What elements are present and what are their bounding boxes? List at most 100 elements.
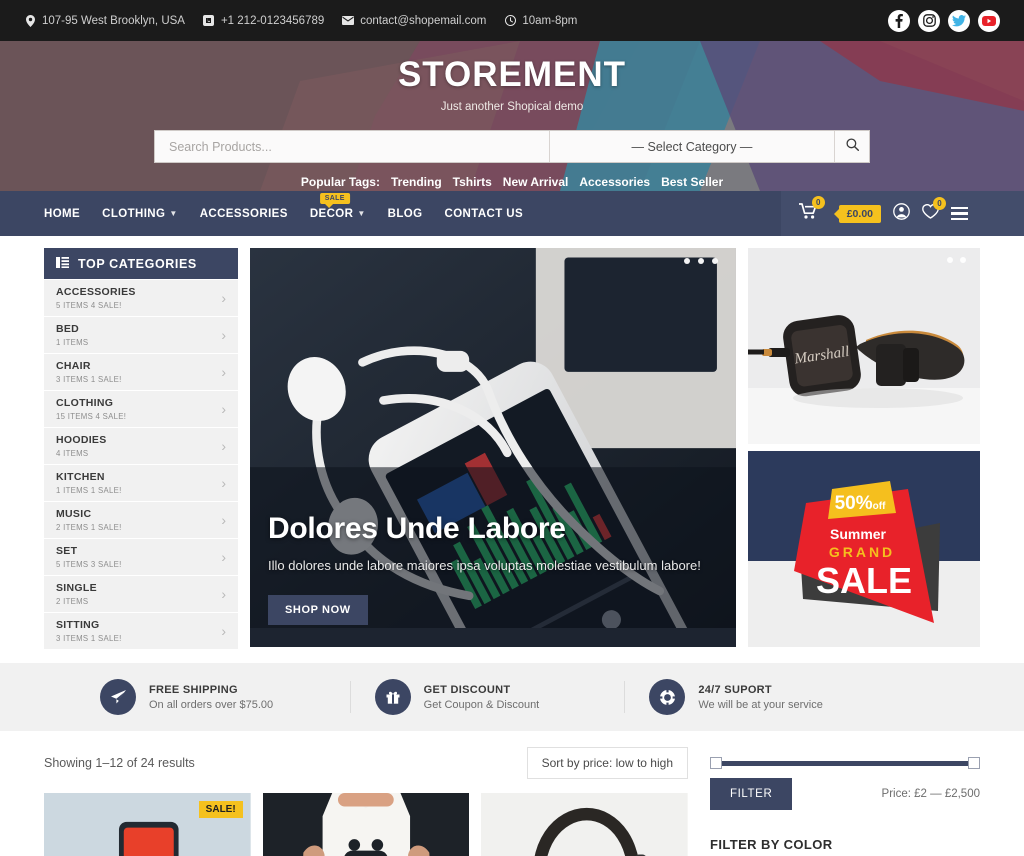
- address-text: 107-95 West Brooklyn, USA: [42, 14, 185, 27]
- price-range-slider[interactable]: [710, 757, 980, 769]
- filter-by-color-title: FILTER BY COLOR: [710, 837, 980, 856]
- nav-item-home[interactable]: HOME: [44, 208, 80, 220]
- promo-slider-dots[interactable]: [947, 257, 966, 263]
- category-item-set[interactable]: SET 5 ITEMS 3 SALE! ›: [44, 539, 238, 575]
- category-name: KITCHEN: [56, 470, 105, 483]
- chevron-right-icon: ›: [221, 364, 226, 380]
- promo-banners: Marshall 50%off Summer GRAND SALE: [748, 248, 980, 649]
- youtube-icon[interactable]: [978, 9, 1000, 32]
- product-card-phone[interactable]: SALE!: [44, 793, 251, 856]
- instagram-icon[interactable]: [918, 9, 940, 32]
- nav-item-clothing-label: CLOTHING: [102, 207, 166, 220]
- services-bar: FREE SHIPPING On all orders over $75.00 …: [0, 663, 1024, 731]
- category-item-chair[interactable]: CHAIR 3 ITEMS 1 SALE! ›: [44, 354, 238, 390]
- nav-sale-badge: SALE: [319, 192, 350, 208]
- sort-select[interactable]: Sort by price: low to high: [526, 747, 688, 779]
- account-button[interactable]: [893, 202, 910, 225]
- category-meta: 5 ITEMS 4 SALE!: [56, 301, 122, 311]
- promo-line3-text: SALE: [816, 560, 912, 601]
- promo-dot-1[interactable]: [947, 257, 953, 263]
- category-item-clothing[interactable]: CLOTHING 15 ITEMS 4 SALE! ›: [44, 391, 238, 427]
- tag-trending[interactable]: Trending: [391, 175, 442, 189]
- price-slider-handle-max[interactable]: [968, 757, 980, 769]
- hero-slider-dots[interactable]: [684, 258, 718, 264]
- service-get-discount: GET DISCOUNT Get Coupon & Discount: [374, 679, 650, 715]
- nav-item-home-label: HOME: [44, 207, 81, 220]
- search-category-value: — Select Category —: [631, 139, 753, 154]
- service-support: 24/7 SUPORT We will be at your service: [649, 679, 924, 715]
- chevron-right-icon: ›: [221, 475, 226, 491]
- menu-toggle-button[interactable]: [951, 206, 968, 221]
- search-input[interactable]: [155, 131, 549, 162]
- category-meta: 4 ITEMS: [56, 449, 89, 459]
- wishlist-button[interactable]: 0: [922, 196, 946, 224]
- product-card-headphone[interactable]: [481, 793, 689, 856]
- product-search-bar: — Select Category —: [154, 130, 870, 163]
- top-categories-sidebar: TOP CATEGORIES ACCESSORIES 5 ITEMS 4 SAL…: [44, 248, 238, 649]
- category-item-music[interactable]: MUSIC 2 ITEMS 1 SALE! ›: [44, 502, 238, 538]
- hero-dot-3[interactable]: [712, 258, 718, 264]
- twitter-icon[interactable]: [948, 9, 970, 32]
- nav-item-accessories[interactable]: ACCESSORIES: [200, 208, 288, 220]
- hamburger-bar: [951, 217, 968, 221]
- nav-item-contact-us[interactable]: CONTACT US: [445, 208, 524, 220]
- search-submit-button[interactable]: [834, 131, 869, 162]
- tag-best-seller[interactable]: Best Seller: [661, 175, 723, 189]
- nav-item-decor[interactable]: SALE DECOR ▼: [310, 192, 366, 220]
- hero-copy: Dolores Unde Labore Illo dolores unde la…: [268, 512, 736, 625]
- nav-item-clothing[interactable]: CLOTHING ▼: [102, 208, 178, 220]
- product-card-tshirt[interactable]: [262, 793, 470, 856]
- tag-new-arrival[interactable]: New Arrival: [503, 175, 569, 189]
- email-text: contact@shopemail.com: [360, 14, 487, 27]
- category-item-single[interactable]: SINGLE 2 ITEMS ›: [44, 576, 238, 612]
- promo-dot-2[interactable]: [960, 257, 966, 263]
- category-item-bed[interactable]: BED 1 ITEMS ›: [44, 317, 238, 353]
- category-item-accessories[interactable]: ACCESSORIES 5 ITEMS 4 SALE! ›: [44, 280, 238, 316]
- category-item-sitting[interactable]: SITTING 3 ITEMS 1 SALE! ›: [44, 613, 238, 649]
- hamburger-bar: [951, 206, 968, 210]
- clock-icon: [504, 15, 516, 27]
- promo-summer-sale-banner[interactable]: 50%off Summer GRAND SALE: [748, 451, 980, 647]
- chevron-right-icon: ›: [221, 438, 226, 454]
- facebook-icon[interactable]: [888, 9, 910, 32]
- nav-links: HOME CLOTHING ▼ ACCESSORIES SALE DECOR ▼…: [44, 192, 781, 220]
- filter-button[interactable]: FILTER: [710, 778, 793, 810]
- tag-accessories[interactable]: Accessories: [579, 175, 650, 189]
- hero-dot-1[interactable]: [684, 258, 690, 264]
- category-meta: 2 ITEMS: [56, 597, 89, 607]
- product-image-headphone: [481, 793, 689, 856]
- hero-subtitle: Illo dolores unde labore maiores ipsa vo…: [268, 558, 701, 574]
- category-name: MUSIC: [56, 507, 92, 520]
- cart-button[interactable]: 0: [798, 196, 825, 224]
- hero-slider[interactable]: Dolores Unde Labore Illo dolores unde la…: [250, 248, 736, 647]
- category-name: CHAIR: [56, 359, 91, 372]
- price-range-label: Price: £2 — £2,500: [881, 788, 980, 800]
- search-category-select[interactable]: — Select Category —: [549, 131, 834, 162]
- tag-tshirts[interactable]: Tshirts: [453, 175, 492, 189]
- category-item-hoodies[interactable]: HOODIES 4 ITEMS ›: [44, 428, 238, 464]
- filter-controls-row: FILTER Price: £2 — £2,500: [710, 778, 980, 810]
- promo-headphones-banner[interactable]: Marshall: [748, 248, 980, 444]
- hours-text: 10am-8pm: [522, 14, 578, 27]
- sort-select-value: Sort by price: low to high: [541, 756, 673, 770]
- category-item-kitchen[interactable]: KITCHEN 1 ITEMS 1 SALE! ›: [44, 465, 238, 501]
- hero-dot-2[interactable]: [698, 258, 704, 264]
- shop-now-button[interactable]: SHOP NOW: [268, 595, 368, 625]
- site-tagline: Just another Shopical demo: [440, 101, 584, 113]
- wishlist-count-badge: 0: [933, 196, 946, 210]
- lifebuoy-icon: [649, 679, 686, 715]
- cart-total-amount[interactable]: £0.00: [838, 204, 881, 223]
- shop-listing-row: Showing 1–12 of 24 results Sort by price…: [0, 731, 1024, 856]
- service-title: GET DISCOUNT: [423, 683, 511, 696]
- popular-tags-label: Popular Tags:: [300, 175, 380, 189]
- main-content-row: TOP CATEGORIES ACCESSORIES 5 ITEMS 4 SAL…: [0, 236, 1024, 649]
- nav-item-blog[interactable]: BLOG: [388, 208, 423, 220]
- top-bar-contact-info: 107-95 West Brooklyn, USA +1 212-0123456…: [24, 14, 888, 27]
- category-meta: 1 ITEMS 1 SALE!: [56, 486, 122, 496]
- phone-text: +1 212-0123456789: [220, 14, 325, 27]
- paper-plane-icon: [100, 679, 136, 715]
- price-slider-handle-min[interactable]: [710, 757, 722, 769]
- nav-item-accessories-label: ACCESSORIES: [199, 207, 288, 220]
- category-name: SINGLE: [56, 581, 97, 594]
- gift-icon: [374, 679, 411, 715]
